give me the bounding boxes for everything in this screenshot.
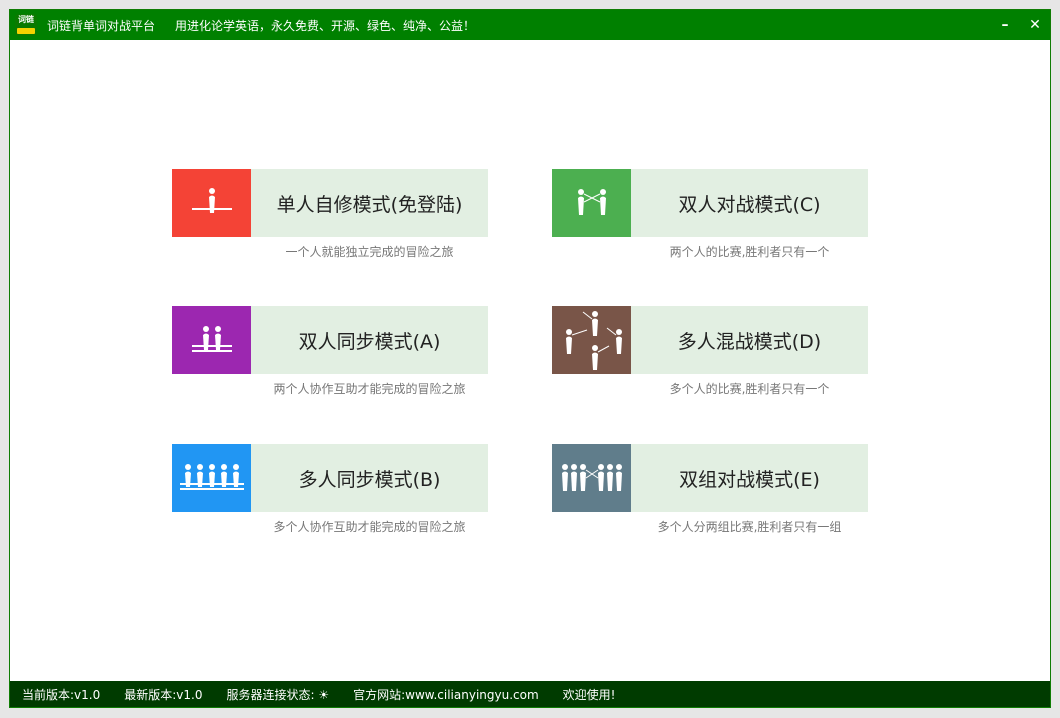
- two-sync-mode-desc: 两个人协作互助才能完成的冒险之旅: [273, 382, 466, 396]
- team-battle-mode-desc: 多个人分两组比赛,胜利者只有一组: [657, 520, 842, 534]
- app-logo: 词链: [15, 14, 37, 36]
- current-version: 当前版本:v1.0: [22, 687, 101, 702]
- official-website-link[interactable]: 官方网站:www.cilianyingyu.com: [353, 686, 539, 703]
- server-status: 服务器连接状态: ☀: [226, 687, 330, 702]
- app-logo-text: 词链: [18, 15, 34, 24]
- latest-version: 最新版本:v1.0: [124, 687, 203, 702]
- two-sync-mode-label: 双人同步模式(A): [298, 330, 441, 353]
- two-battle-mode-button[interactable]: 双人对战模式(C): [552, 169, 868, 237]
- two-person-battle-icon: [552, 169, 631, 237]
- team-battle-mode-button[interactable]: 双组对战模式(E): [552, 444, 868, 512]
- single-person-icon: [172, 169, 251, 237]
- mode-selection-area: 单人自修模式(免登陆) 一个人就能独立完成的冒险之旅 双人对战模式(C) 两个人…: [10, 40, 1050, 681]
- mode-card-two-battle: 双人对战模式(C) 两个人的比赛,胜利者只有一个: [552, 169, 868, 260]
- title-bar: 词链 词链背单词对战平台 用进化论学英语，永久免费、开源、绿色、纯净、公益！ –…: [10, 10, 1050, 40]
- single-mode-desc: 一个人就能独立完成的冒险之旅: [285, 245, 454, 259]
- multi-person-melee-icon: [552, 306, 631, 374]
- multi-melee-mode-desc: 多个人的比赛,胜利者只有一个: [669, 382, 830, 396]
- multi-person-sync-icon: [172, 444, 251, 512]
- mode-card-multi-melee: 多人混战模式(D) 多个人的比赛,胜利者只有一个: [552, 306, 868, 397]
- two-battle-mode-desc: 两个人的比赛,胜利者只有一个: [669, 245, 830, 259]
- window-title: 词链背单词对战平台: [47, 18, 156, 33]
- app-logo-bar: [17, 28, 35, 34]
- multi-sync-mode-desc: 多个人协作互助才能完成的冒险之旅: [273, 520, 466, 534]
- mode-card-two-sync: 双人同步模式(A) 两个人协作互助才能完成的冒险之旅: [172, 306, 488, 397]
- single-mode-button[interactable]: 单人自修模式(免登陆): [172, 169, 488, 237]
- multi-melee-mode-label: 多人混战模式(D): [677, 330, 822, 353]
- team-battle-mode-label: 双组对战模式(E): [679, 468, 820, 491]
- window-controls: – ✕: [990, 10, 1050, 40]
- two-sync-mode-button[interactable]: 双人同步模式(A): [172, 306, 488, 374]
- close-button[interactable]: ✕: [1020, 10, 1050, 40]
- minimize-button[interactable]: –: [990, 10, 1020, 40]
- team-battle-icon: [552, 444, 631, 512]
- multi-sync-mode-label: 多人同步模式(B): [298, 468, 441, 491]
- app-window: 词链 词链背单词对战平台 用进化论学英语，永久免费、开源、绿色、纯净、公益！ –…: [9, 9, 1051, 708]
- multi-melee-mode-button[interactable]: 多人混战模式(D): [552, 306, 868, 374]
- app-slogan: 用进化论学英语，永久免费、开源、绿色、纯净、公益！: [175, 18, 476, 33]
- mode-card-multi-sync: 多人同步模式(B) 多个人协作互助才能完成的冒险之旅: [172, 444, 488, 535]
- multi-sync-mode-button[interactable]: 多人同步模式(B): [172, 444, 488, 512]
- status-bar: 当前版本:v1.0 最新版本:v1.0 服务器连接状态: ☀ 官方网站:www.…: [10, 681, 1050, 707]
- two-battle-mode-label: 双人对战模式(C): [678, 193, 821, 216]
- two-person-sync-icon: [172, 306, 251, 374]
- welcome-text: 欢迎使用!: [562, 687, 616, 702]
- single-mode-label: 单人自修模式(免登陆): [276, 193, 463, 216]
- mode-card-single: 单人自修模式(免登陆) 一个人就能独立完成的冒险之旅: [172, 169, 488, 260]
- mode-card-team-battle: 双组对战模式(E) 多个人分两组比赛,胜利者只有一组: [552, 444, 868, 535]
